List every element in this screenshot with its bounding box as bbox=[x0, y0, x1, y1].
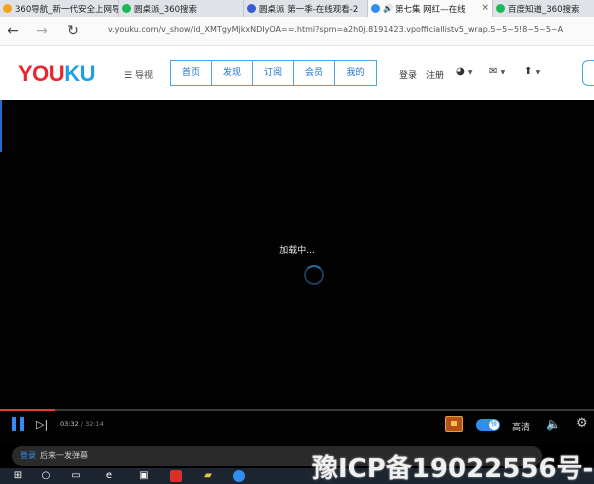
browser-360-icon[interactable] bbox=[233, 470, 245, 482]
tab-360-search[interactable]: 圆桌派_360搜索 bbox=[119, 0, 244, 17]
url-field[interactable]: v.youku.com/v_show/id_XMTgyMjkxNDIyOA==.… bbox=[108, 25, 563, 34]
upload-icon[interactable]: ⬆ ▼ bbox=[524, 66, 540, 77]
volume-icon[interactable]: 🔈 bbox=[546, 417, 561, 431]
register-link[interactable]: 注册 bbox=[426, 68, 444, 81]
message-icon[interactable]: ✉ ▼ bbox=[489, 66, 505, 77]
folder-icon[interactable]: ▰ bbox=[202, 470, 214, 482]
site-header: YOUKU ☰ 导视 首页 发现 订阅 会员 我的 登录 注册 ◕ ▼ ✉ ▼ … bbox=[0, 46, 594, 100]
search-icon[interactable]: ○ bbox=[40, 470, 52, 482]
tab-360-nav[interactable]: 360导航_新一代安全上网导 bbox=[0, 0, 119, 17]
edge-icon[interactable]: e bbox=[103, 470, 115, 482]
tab-label: 第七集 网红—在线 bbox=[394, 4, 466, 15]
quality-selector[interactable]: 高清 bbox=[512, 420, 530, 433]
360-search-favicon-icon bbox=[496, 4, 505, 13]
back-arrow-icon[interactable]: ← bbox=[4, 22, 22, 40]
nav-mine[interactable]: 我的 bbox=[335, 61, 376, 85]
video-player[interactable]: 加载中... ▷| 03:32 / 32:14 弹 高清 🔈 ⚙ 登录 后来一发弹… bbox=[0, 100, 594, 466]
close-icon[interactable]: × bbox=[481, 3, 489, 13]
logo-text-red: YOU bbox=[18, 61, 65, 86]
tab-label: 360导航_新一代安全上网导 bbox=[15, 4, 119, 15]
windows-start-icon[interactable]: ⊞ bbox=[12, 470, 24, 482]
tab-youku-active[interactable]: 🔊 第七集 网红—在线 × bbox=[368, 0, 493, 17]
danmu-login-link[interactable]: 登录 bbox=[20, 451, 36, 460]
youku-favicon-icon bbox=[371, 4, 380, 13]
tab-label: 百度知道_360搜索 bbox=[508, 4, 580, 15]
nav-vip[interactable]: 会员 bbox=[294, 61, 335, 85]
main-nav: 首页 发现 订阅 会员 我的 bbox=[170, 60, 377, 86]
focus-indicator bbox=[0, 100, 2, 152]
total-time: 32:14 bbox=[85, 420, 104, 428]
hamburger-icon: ☰ bbox=[124, 71, 133, 81]
danmu-toggle[interactable]: 弹 bbox=[476, 419, 500, 431]
treasure-chest-icon[interactable] bbox=[445, 416, 463, 432]
pause-icon bbox=[12, 417, 16, 431]
search-input[interactable] bbox=[582, 60, 594, 86]
nav-home[interactable]: 首页 bbox=[171, 61, 212, 85]
nav-discover[interactable]: 发现 bbox=[212, 61, 253, 85]
app-red-icon[interactable] bbox=[170, 470, 182, 482]
chevron-down-icon: ▼ bbox=[467, 69, 473, 76]
speaker-icon[interactable]: 🔊 bbox=[383, 4, 393, 13]
gear-icon[interactable]: ⚙ bbox=[576, 416, 588, 431]
tab-yuanzhuopai-video[interactable]: 圆桌派 第一季-在线观看-2 bbox=[244, 0, 368, 17]
pause-icon bbox=[20, 417, 24, 431]
guide-menu-label: 导视 bbox=[134, 71, 153, 81]
address-bar: ← → ↻ v.youku.com/v_show/id_XMTgyMjkxNDI… bbox=[0, 17, 594, 46]
forward-arrow-icon[interactable]: → bbox=[33, 22, 51, 40]
tab-label: 圆桌派 第一季-在线观看-2 bbox=[259, 4, 359, 15]
360-search-favicon-icon bbox=[122, 4, 131, 13]
tab-label: 圆桌派_360搜索 bbox=[134, 4, 197, 15]
current-time: 03:32 bbox=[60, 420, 79, 428]
store-icon[interactable]: ▣ bbox=[138, 470, 150, 482]
logo-text-blue: KU bbox=[64, 61, 95, 86]
reload-icon[interactable]: ↻ bbox=[64, 22, 82, 40]
next-episode-icon[interactable]: ▷| bbox=[36, 418, 48, 431]
video-favicon-icon bbox=[247, 4, 256, 13]
pause-button[interactable] bbox=[12, 417, 26, 431]
chevron-down-icon: ▼ bbox=[535, 69, 541, 76]
icp-watermark: 豫ICP备19022556号-2 bbox=[312, 454, 594, 484]
loading-text: 加载中... bbox=[279, 246, 315, 256]
360-favicon-icon bbox=[3, 4, 12, 13]
progress-fill bbox=[0, 409, 56, 411]
youku-logo[interactable]: YOUKU bbox=[18, 61, 95, 87]
loading-spinner-icon bbox=[304, 265, 324, 285]
history-icon[interactable]: ◕ ▼ bbox=[456, 66, 473, 77]
tab-baidu-zhidao[interactable]: 百度知道_360搜索 bbox=[493, 0, 594, 17]
time-display: 03:32 / 32:14 bbox=[60, 420, 104, 428]
danmu-placeholder: 后来一发弹幕 bbox=[40, 451, 88, 460]
nav-subscribe[interactable]: 订阅 bbox=[253, 61, 294, 85]
task-view-icon[interactable]: ▭ bbox=[70, 470, 82, 482]
chevron-down-icon: ▼ bbox=[500, 69, 506, 76]
danmu-toggle-knob: 弹 bbox=[489, 420, 499, 430]
progress-bar[interactable] bbox=[0, 409, 594, 411]
tab-bar: 360导航_新一代安全上网导 圆桌派_360搜索 圆桌派 第一季-在线观看-2 … bbox=[0, 0, 594, 17]
login-link[interactable]: 登录 bbox=[399, 68, 417, 81]
guide-menu[interactable]: ☰ 导视 bbox=[124, 68, 153, 81]
